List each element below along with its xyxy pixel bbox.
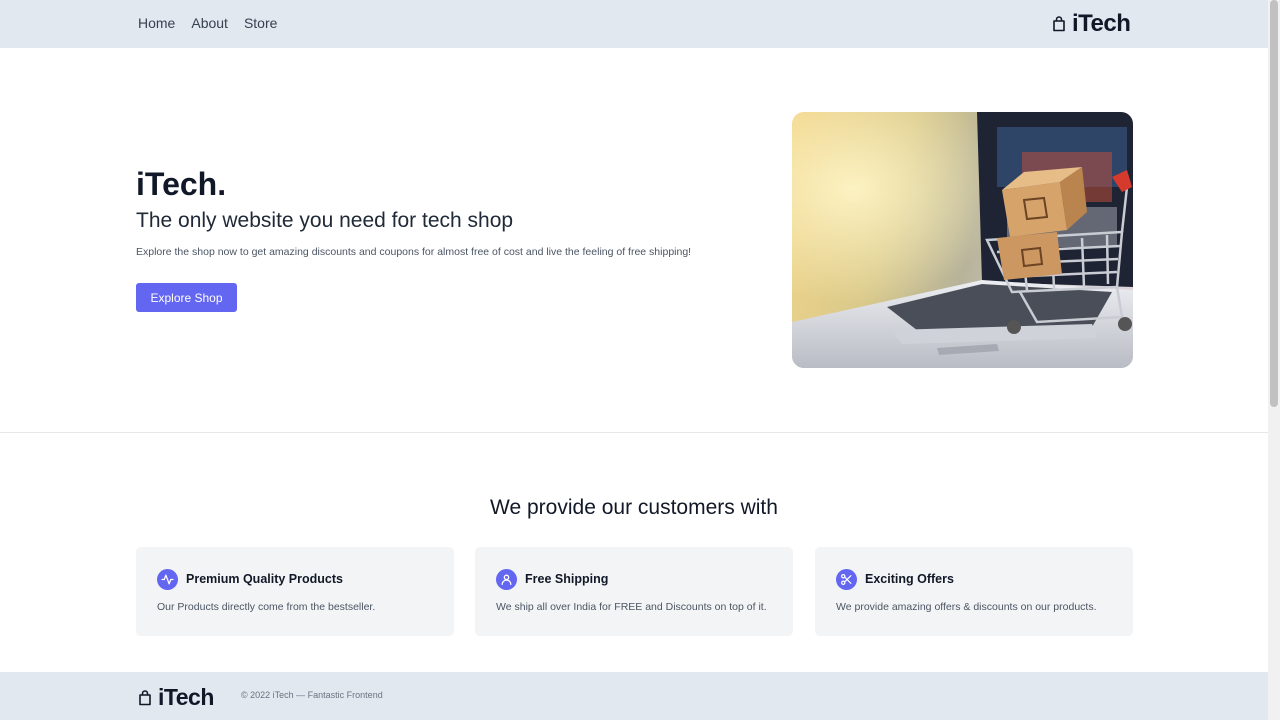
feature-card-title: Free Shipping — [525, 572, 609, 586]
shopping-bag-icon — [139, 689, 151, 705]
footer-brand-name: iTech — [158, 684, 214, 710]
copyright-text: © 2022 iTech — Fantastic Frontend — [241, 690, 383, 700]
section-divider — [0, 432, 1268, 433]
main-nav: Home About Store — [138, 15, 277, 31]
brand-name: iTech — [1072, 10, 1131, 37]
footer-logo[interactable]: iTech — [138, 684, 214, 711]
features-title: We provide our customers with — [490, 496, 778, 519]
feature-card-offers: Exciting Offers We provide amazing offer… — [815, 547, 1133, 636]
nav-store-link[interactable]: Store — [244, 15, 277, 31]
activity-icon — [157, 569, 178, 590]
nav-home-link[interactable]: Home — [138, 15, 175, 31]
header-logo[interactable]: iTech — [1052, 10, 1131, 38]
feature-card-text: Our Products directly come from the best… — [157, 601, 376, 613]
scissors-icon — [836, 569, 857, 590]
nav-about-link[interactable]: About — [191, 15, 228, 31]
feature-card-title: Exciting Offers — [865, 572, 954, 586]
feature-card-shipping: Free Shipping We ship all over India for… — [475, 547, 793, 636]
hero-image — [792, 112, 1133, 368]
scrollbar-thumb[interactable] — [1270, 0, 1278, 407]
feature-card-text: We provide amazing offers & discounts on… — [836, 601, 1097, 613]
shopping-bag-icon — [1053, 16, 1065, 32]
explore-shop-button[interactable]: Explore Shop — [136, 283, 237, 312]
footer: iTech © 2022 iTech — Fantastic Frontend — [0, 672, 1268, 720]
feature-card-text: We ship all over India for FREE and Disc… — [496, 601, 767, 613]
hero-description: Explore the shop now to get amazing disc… — [136, 246, 692, 258]
hero-title: iTech. — [136, 166, 227, 202]
hero-subtitle: The only website you need for tech shop — [136, 209, 514, 232]
top-navbar: Home About Store iTech — [0, 0, 1268, 48]
feature-card-premium: Premium Quality Products Our Products di… — [136, 547, 454, 636]
user-icon — [496, 569, 517, 590]
feature-card-title: Premium Quality Products — [186, 572, 343, 586]
